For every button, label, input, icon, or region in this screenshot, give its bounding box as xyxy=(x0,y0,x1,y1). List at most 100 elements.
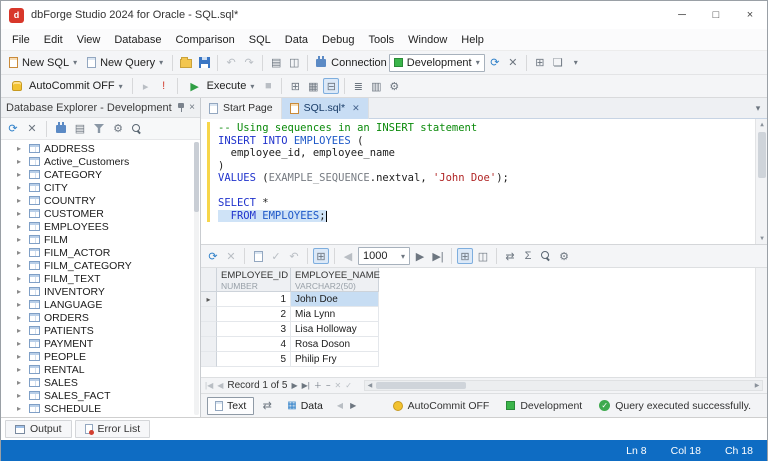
tree-item-address[interactable]: ▸ADDRESS xyxy=(1,142,200,155)
run-script-icon[interactable]: ▸ xyxy=(138,78,154,94)
tree-item-city[interactable]: ▸CITY xyxy=(1,181,200,194)
maximize-button[interactable]: □ xyxy=(699,1,733,29)
grid-cell[interactable]: 3 xyxy=(217,322,291,337)
row-selector[interactable] xyxy=(201,337,217,352)
execute-shortcut-icon[interactable]: ! xyxy=(156,78,172,94)
menu-help[interactable]: Help xyxy=(454,29,491,51)
grid-horizontal-scrollbar[interactable]: ◀ ▶ xyxy=(364,380,763,391)
redo-icon[interactable]: ↷ xyxy=(241,55,257,71)
expand-icon[interactable]: ▸ xyxy=(17,261,25,270)
expand-icon[interactable]: ▸ xyxy=(17,404,25,413)
pin-icon[interactable] xyxy=(177,103,185,113)
tree-item-language[interactable]: ▸LANGUAGE xyxy=(1,298,200,311)
windows-icon[interactable]: ❏ xyxy=(550,55,566,71)
execute-button[interactable]: ▶ Execute ▾ xyxy=(183,76,259,96)
expand-icon[interactable]: ▸ xyxy=(17,326,25,335)
tree-item-patients[interactable]: ▸PATIENTS xyxy=(1,324,200,337)
expand-icon[interactable]: ▸ xyxy=(17,183,25,192)
row-selector[interactable] xyxy=(201,307,217,322)
grid-cell[interactable]: Philip Fry xyxy=(291,352,379,367)
aggregates-icon[interactable]: Σ xyxy=(520,248,536,264)
tree-item-film_actor[interactable]: ▸FILM_ACTOR xyxy=(1,246,200,259)
settings-gear-icon[interactable]: ⚙ xyxy=(386,78,402,94)
menu-database[interactable]: Database xyxy=(107,29,168,51)
new-object-icon[interactable]: ▤ xyxy=(72,121,88,137)
expand-icon[interactable]: ▸ xyxy=(17,378,25,387)
expand-icon[interactable]: ▸ xyxy=(17,287,25,296)
expand-icon[interactable]: ▸ xyxy=(17,157,25,166)
scrollbar-thumb[interactable] xyxy=(194,142,199,212)
delete-icon[interactable]: ✕ xyxy=(24,121,40,137)
menu-comparison[interactable]: Comparison xyxy=(168,29,241,51)
row-selector[interactable]: ▸ xyxy=(201,292,217,307)
new-sql-button[interactable]: New SQL ▾ xyxy=(5,55,81,71)
table-row[interactable]: ▸1John Doe xyxy=(201,292,767,307)
expand-icon[interactable]: ▸ xyxy=(17,274,25,283)
tree-scrollbar[interactable] xyxy=(194,142,199,415)
scrollbar-thumb[interactable] xyxy=(376,382,466,389)
cancel-edit-icon[interactable]: ✕ xyxy=(335,381,342,390)
close-button[interactable]: × xyxy=(733,1,767,29)
table-row[interactable]: 2Mia Lynn xyxy=(201,307,767,322)
editor-vertical-scrollbar[interactable]: ▲ ▼ xyxy=(755,119,767,244)
menu-sql[interactable]: SQL xyxy=(242,29,278,51)
next-page-icon[interactable]: ▶ xyxy=(412,248,428,264)
toolbar-options-icon[interactable]: ▾ xyxy=(568,55,584,71)
search-icon[interactable] xyxy=(538,248,554,264)
tree-item-sales[interactable]: ▸SALES xyxy=(1,376,200,389)
export-data-icon[interactable] xyxy=(250,248,266,264)
tree-item-payment[interactable]: ▸PAYMENT xyxy=(1,337,200,350)
fetch-all-icon[interactable]: ▶| xyxy=(430,248,446,264)
grid-cell[interactable]: Rosa Doson xyxy=(291,337,379,352)
expand-icon[interactable]: ▸ xyxy=(17,170,25,179)
menu-data[interactable]: Data xyxy=(278,29,315,51)
menu-view[interactable]: View xyxy=(70,29,108,51)
stop-icon[interactable]: ■ xyxy=(260,78,276,94)
tree-item-people[interactable]: ▸PEOPLE xyxy=(1,350,200,363)
tab-output[interactable]: Output xyxy=(5,420,72,438)
minimize-button[interactable]: ─ xyxy=(665,1,699,29)
expand-icon[interactable]: ▸ xyxy=(17,313,25,322)
append-record-icon[interactable]: ＋ xyxy=(314,380,322,391)
menu-edit[interactable]: Edit xyxy=(37,29,70,51)
grid-vertical-scrollbar[interactable] xyxy=(755,268,767,377)
next-record-icon[interactable]: ▶ xyxy=(291,381,297,390)
first-record-icon[interactable]: |◀ xyxy=(205,381,213,390)
autocommit-button[interactable]: AutoCommit OFF ▾ xyxy=(5,76,127,96)
tab-error-list[interactable]: Error List xyxy=(75,420,151,438)
expand-icon[interactable]: ▸ xyxy=(17,222,25,231)
grid-cell[interactable]: 4 xyxy=(217,337,291,352)
schema-browser-icon[interactable]: ⊞ xyxy=(532,55,548,71)
tree-item-active_customers[interactable]: ▸Active_Customers xyxy=(1,155,200,168)
menu-debug[interactable]: Debug xyxy=(315,29,361,51)
expand-icon[interactable]: ▸ xyxy=(17,352,25,361)
close-icon[interactable]: ✕ xyxy=(352,103,360,114)
expand-icon[interactable]: ▸ xyxy=(17,391,25,400)
window-layout-icon[interactable]: ◫ xyxy=(286,55,302,71)
tree-item-country[interactable]: ▸COUNTRY xyxy=(1,194,200,207)
refresh-icon[interactable]: ⟳ xyxy=(205,248,221,264)
tree-item-sales_fact[interactable]: ▸SALES_FACT xyxy=(1,389,200,402)
post-edit-icon[interactable]: ✓ xyxy=(345,381,352,390)
results-docked-icon[interactable]: ⊟ xyxy=(323,78,339,94)
expand-icon[interactable]: ▸ xyxy=(17,144,25,153)
sql-editor[interactable]: -- Using sequences in an INSERT statemen… xyxy=(201,119,767,245)
grid-cell[interactable]: John Doe xyxy=(291,292,379,307)
table-row[interactable]: 5Philip Fry xyxy=(201,352,767,367)
column-header-employee_name[interactable]: EMPLOYEE_NAMEVARCHAR2(50) xyxy=(291,268,379,292)
expand-icon[interactable]: ▸ xyxy=(17,365,25,374)
undo-icon[interactable]: ↶ xyxy=(223,55,239,71)
search-icon[interactable] xyxy=(129,121,145,137)
tab-list-dropdown-icon[interactable]: ▾ xyxy=(749,103,767,114)
tab-data-view[interactable]: ▦ Data xyxy=(280,398,330,414)
disconnect-icon[interactable]: ✕ xyxy=(505,55,521,71)
scroll-right-icon[interactable]: ▶ xyxy=(752,382,762,389)
query-profiler-icon[interactable]: ⊞ xyxy=(287,78,303,94)
grid-cell[interactable]: Lisa Holloway xyxy=(291,322,379,337)
scroll-tabs-left-icon[interactable]: ◀ xyxy=(337,401,343,410)
tree-item-schedule[interactable]: ▸SCHEDULE xyxy=(1,402,200,415)
explain-plan-icon[interactable]: ▦ xyxy=(305,78,321,94)
commit-icon[interactable]: ✓ xyxy=(268,248,284,264)
scrollbar-thumb[interactable] xyxy=(758,132,766,178)
menu-file[interactable]: File xyxy=(5,29,37,51)
